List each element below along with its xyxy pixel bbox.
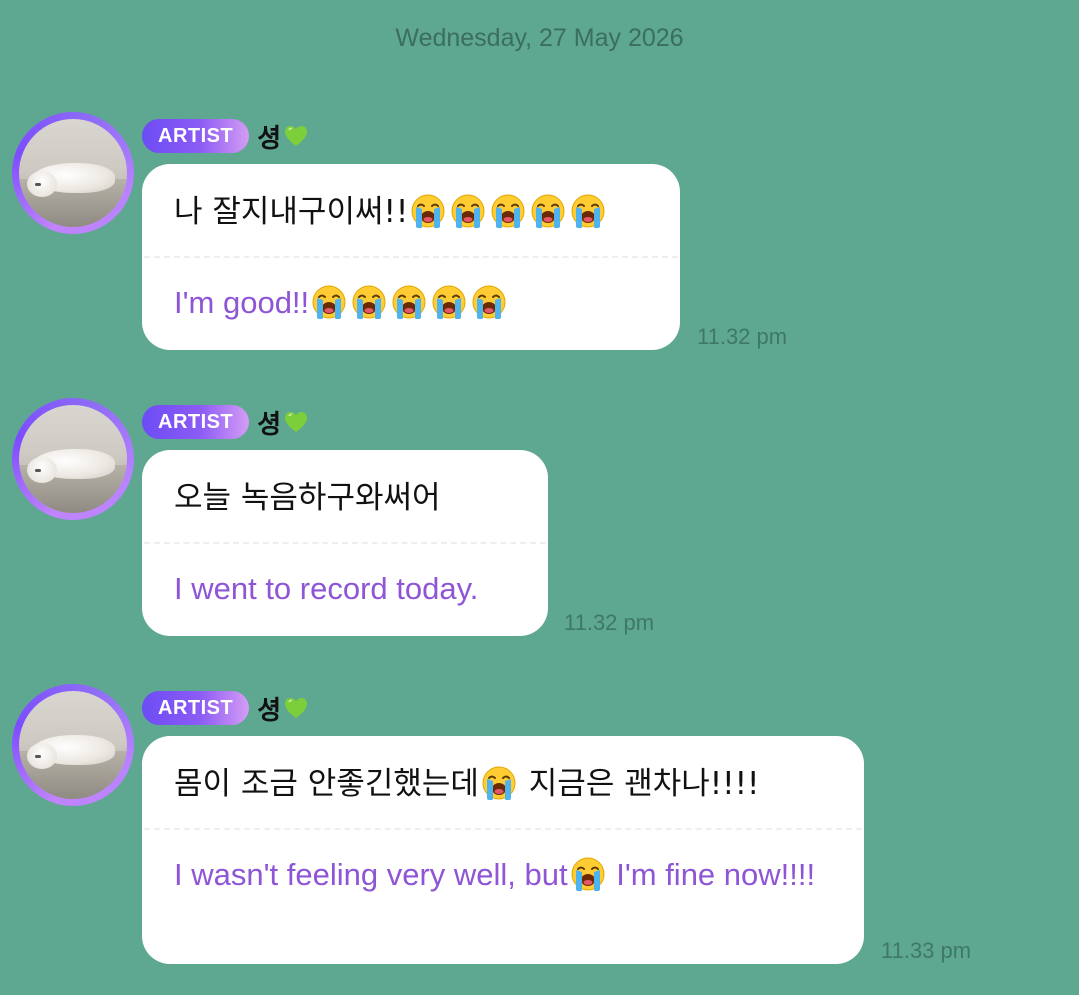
message-original: 오늘 녹음하구와써어	[142, 450, 548, 542]
crying-face-icon	[569, 192, 607, 230]
message-time: 11.32 pm	[564, 610, 655, 635]
crying-face-icon	[350, 283, 388, 321]
message-original: 나 잘지내구이써!!	[142, 164, 680, 256]
message-original: 몸이 조금 안좋긴했는데 지금은 괜차나!!!!	[142, 736, 864, 828]
crying-face-icon	[430, 283, 468, 321]
avatar[interactable]	[12, 398, 134, 520]
message-translation: I went to record today.	[142, 544, 548, 630]
message-time: 11.32 pm	[697, 324, 788, 349]
sender-name-text: 셩	[257, 123, 282, 154]
crying-face-icon	[480, 764, 518, 802]
crying-face-icon	[489, 192, 527, 230]
sender-row: ARTIST 셩	[142, 688, 309, 728]
message-original-text: 나 잘지내구이써!!	[174, 194, 409, 230]
green-heart-icon	[283, 409, 309, 435]
sender-row: ARTIST 셩	[142, 116, 309, 156]
crying-face-icon	[449, 192, 487, 230]
message-bubble[interactable]: 오늘 녹음하구와써어 I went to record today.	[142, 450, 548, 636]
sender-name: 셩	[257, 690, 309, 727]
message-translation-text: I went to record today.	[174, 571, 479, 606]
artist-badge: ARTIST	[142, 405, 250, 439]
crying-face-icon	[310, 283, 348, 321]
sender-name: 셩	[257, 118, 309, 155]
crying-face-icon	[390, 283, 428, 321]
sender-name-text: 셩	[257, 695, 282, 726]
message-translation: I wasn't feeling very well, but I'm fine…	[142, 830, 864, 916]
crying-face-icon	[569, 855, 607, 893]
message-original-text: 오늘 녹음하구와써어	[174, 480, 441, 516]
message-translation: I'm good!!	[142, 258, 680, 344]
date-separator: Wednesday, 27 May 2026	[395, 24, 684, 52]
message-time: 11.33 pm	[881, 938, 972, 963]
crying-face-icon	[470, 283, 508, 321]
crying-face-icon	[529, 192, 567, 230]
avatar[interactable]	[12, 684, 134, 806]
artist-badge: ARTIST	[142, 119, 250, 153]
message-translation-text: I wasn't feeling very well, but	[174, 857, 568, 892]
sender-name: 셩	[257, 404, 309, 441]
message-bubble[interactable]: 나 잘지내구이써!! I'm good!!	[142, 164, 680, 350]
message-original-text: 지금은 괜차나!!!!	[518, 766, 760, 802]
green-heart-icon	[283, 695, 309, 721]
message-original-text: 몸이 조금 안좋긴했는데	[174, 766, 479, 802]
avatar[interactable]	[12, 112, 134, 234]
message-bubble[interactable]: 몸이 조금 안좋긴했는데 지금은 괜차나!!!! I wasn't feelin…	[142, 736, 864, 964]
artist-badge: ARTIST	[142, 691, 250, 725]
green-heart-icon	[283, 123, 309, 149]
sender-row: ARTIST 셩	[142, 402, 309, 442]
crying-face-icon	[409, 192, 447, 230]
sender-name-text: 셩	[257, 409, 282, 440]
message-translation-text: I'm good!!	[174, 285, 310, 320]
message-translation-text: I'm fine now!!!!	[607, 857, 816, 892]
